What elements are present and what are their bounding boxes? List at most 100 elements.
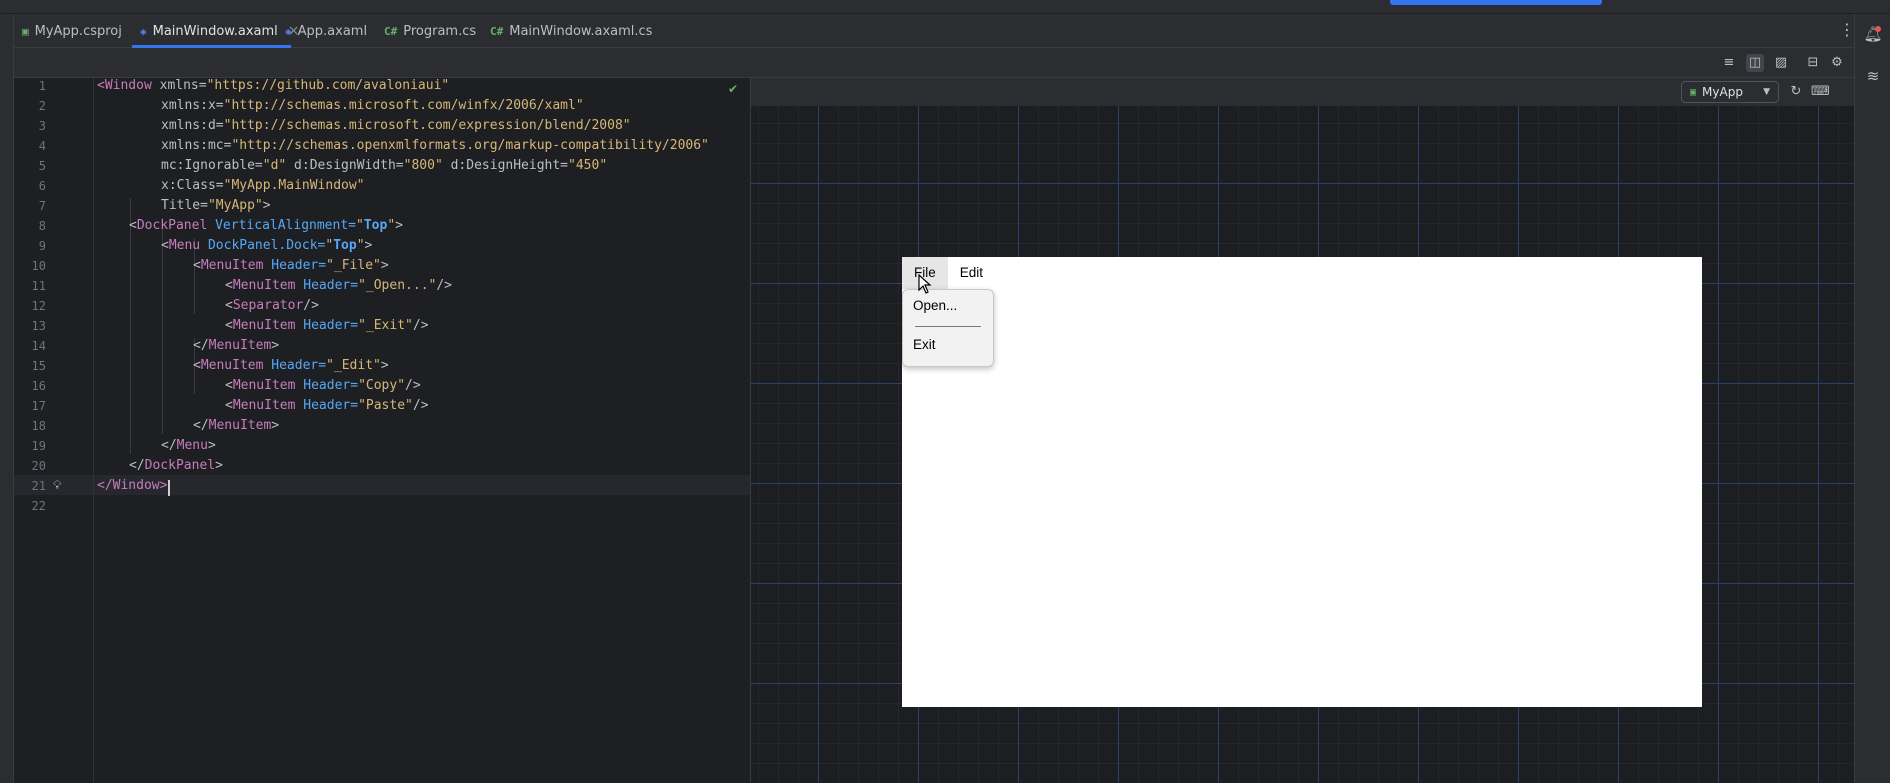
token: "	[387, 218, 396, 233]
token: MenuItem	[208, 418, 272, 433]
token: "Copy"	[358, 378, 406, 393]
settings-icon[interactable]: ⚙	[1828, 54, 1846, 72]
token: <	[225, 298, 233, 313]
right-tool-strip: 🔔︎ ≋	[1854, 14, 1890, 783]
token: "	[356, 238, 365, 253]
code-editor[interactable]: 1 2 3 4 5 6 7 8 9 10 11 12 13 14 15 16 1…	[14, 78, 750, 783]
split-view-icon[interactable]: ◫	[1746, 54, 1764, 72]
notification-badge	[1875, 26, 1881, 32]
line-number: 10	[31, 259, 46, 273]
line-number: 8	[38, 219, 46, 233]
horizontal-split-icon[interactable]: ⊟	[1804, 54, 1822, 72]
csproj-icon: ▣	[22, 24, 29, 38]
token: mc:Ignorable=	[161, 158, 263, 173]
token: xmlns=	[151, 78, 207, 93]
token: <	[225, 398, 233, 413]
token: DockPanel	[136, 218, 208, 233]
code-line-3: xmlns:d="http://schemas.microsoft.com/ex…	[161, 116, 631, 136]
tab-label: App.axaml	[297, 23, 368, 39]
token: >	[364, 238, 373, 253]
axaml-icon: ◈	[140, 24, 147, 38]
token: "http://schemas.microsoft.com/expression…	[223, 118, 631, 133]
tab-mainwindow-axaml-cs[interactable]: C# MainWindow.axaml.cs	[490, 14, 652, 48]
app-menu-bar: File Edit	[902, 257, 995, 289]
token: :	[200, 98, 208, 113]
token: "Paste"	[358, 398, 413, 413]
token: />	[405, 378, 421, 393]
token: Window	[104, 78, 152, 93]
lightbulb-icon[interactable]: 💡︎	[53, 478, 61, 493]
axaml-icon: ◈	[285, 24, 292, 38]
token: <	[161, 238, 169, 253]
code-line-19: </Menu>	[161, 436, 216, 456]
code-line-12: <Separator/>	[225, 296, 319, 316]
token: "https://github.com/avaloniaui"	[206, 78, 450, 93]
terminal-icon[interactable]: ⌨	[1811, 83, 1830, 101]
token: Top	[333, 238, 357, 253]
code-line-21: </Window>	[97, 476, 167, 496]
menu-edit[interactable]: Edit	[948, 257, 995, 289]
line-number: 15	[31, 359, 46, 373]
token: Separator	[232, 298, 304, 313]
token: >	[380, 258, 389, 273]
tab-app-axaml[interactable]: ◈ App.axaml	[285, 14, 367, 48]
token: mc=	[207, 138, 232, 153]
app-selector-dropdown[interactable]: ▣ MyApp ▼	[1681, 81, 1779, 103]
code-line-10: <MenuItem Header="_File">	[193, 256, 389, 276]
run-widget-button[interactable]	[1390, 0, 1602, 5]
menu-item-exit[interactable]: Exit	[913, 337, 936, 352]
code-only-icon[interactable]: ≡	[1720, 54, 1738, 72]
token: <	[225, 278, 233, 293]
token: >	[215, 458, 223, 473]
token: >	[380, 358, 389, 373]
token: >	[271, 418, 280, 433]
indent-guide	[130, 198, 131, 454]
token: Header=	[295, 378, 359, 393]
code-line-11: <MenuItem Header="_Open..."/>	[225, 276, 452, 296]
token: <	[225, 378, 233, 393]
token: Top	[363, 218, 388, 233]
token: VerticalAlignment=	[207, 218, 356, 233]
tab-myapp-csproj[interactable]: ▣ MyApp.csproj	[22, 14, 122, 48]
token: "_Edit"	[326, 358, 381, 373]
code-line-8: <DockPanel VerticalAlignment="Top">	[129, 216, 403, 236]
token: >	[207, 438, 216, 453]
editor-toolbar: ≡ ◫ ▨ ⊟ ⚙	[14, 48, 1854, 78]
token: Header=	[295, 398, 359, 413]
database-icon[interactable]: ≋	[1863, 66, 1883, 86]
token: <	[225, 318, 233, 333]
token: "_File"	[326, 258, 381, 273]
line-number: 21	[31, 479, 46, 493]
code-line-17: <MenuItem Header="Paste"/>	[225, 396, 429, 416]
menu-item-open[interactable]: Open...	[913, 298, 957, 313]
token: :	[200, 138, 208, 153]
token: "d"	[262, 158, 287, 173]
token: </	[97, 478, 113, 493]
tab-mainwindow-axaml[interactable]: ◈ MainWindow.axaml ×	[132, 14, 300, 48]
text-caret	[168, 480, 170, 496]
token: Menu	[176, 438, 208, 453]
token: <	[193, 358, 201, 373]
token: d:DesignHeight=	[442, 158, 569, 173]
token: xmlns	[161, 98, 201, 113]
no-problems-check-icon[interactable]: ✔	[728, 82, 738, 96]
tab-label: MainWindow.axaml.cs	[509, 23, 653, 39]
more-vertical-icon[interactable]: ⋮	[1839, 20, 1855, 39]
token: <	[129, 218, 137, 233]
tab-label: MyApp.csproj	[34, 23, 122, 39]
tab-program-cs[interactable]: C# Program.cs	[384, 14, 476, 48]
token: d=	[207, 118, 224, 133]
refresh-icon[interactable]: ↻	[1787, 83, 1805, 101]
app-selector-label: MyApp	[1702, 85, 1743, 99]
token: Title=	[161, 198, 208, 213]
token: "_Open..."	[358, 278, 437, 293]
token: Window	[112, 478, 160, 493]
code-line-18: </MenuItem>	[193, 416, 279, 436]
token: "MyApp"	[207, 198, 263, 213]
design-only-icon[interactable]: ▨	[1772, 54, 1790, 72]
title-strip	[0, 0, 1890, 14]
editor-tab-bar: ▣ MyApp.csproj ◈ MainWindow.axaml × ◈ Ap…	[14, 14, 1855, 48]
token: />	[412, 398, 429, 413]
line-number: 14	[31, 339, 46, 353]
line-number: 19	[31, 439, 46, 453]
